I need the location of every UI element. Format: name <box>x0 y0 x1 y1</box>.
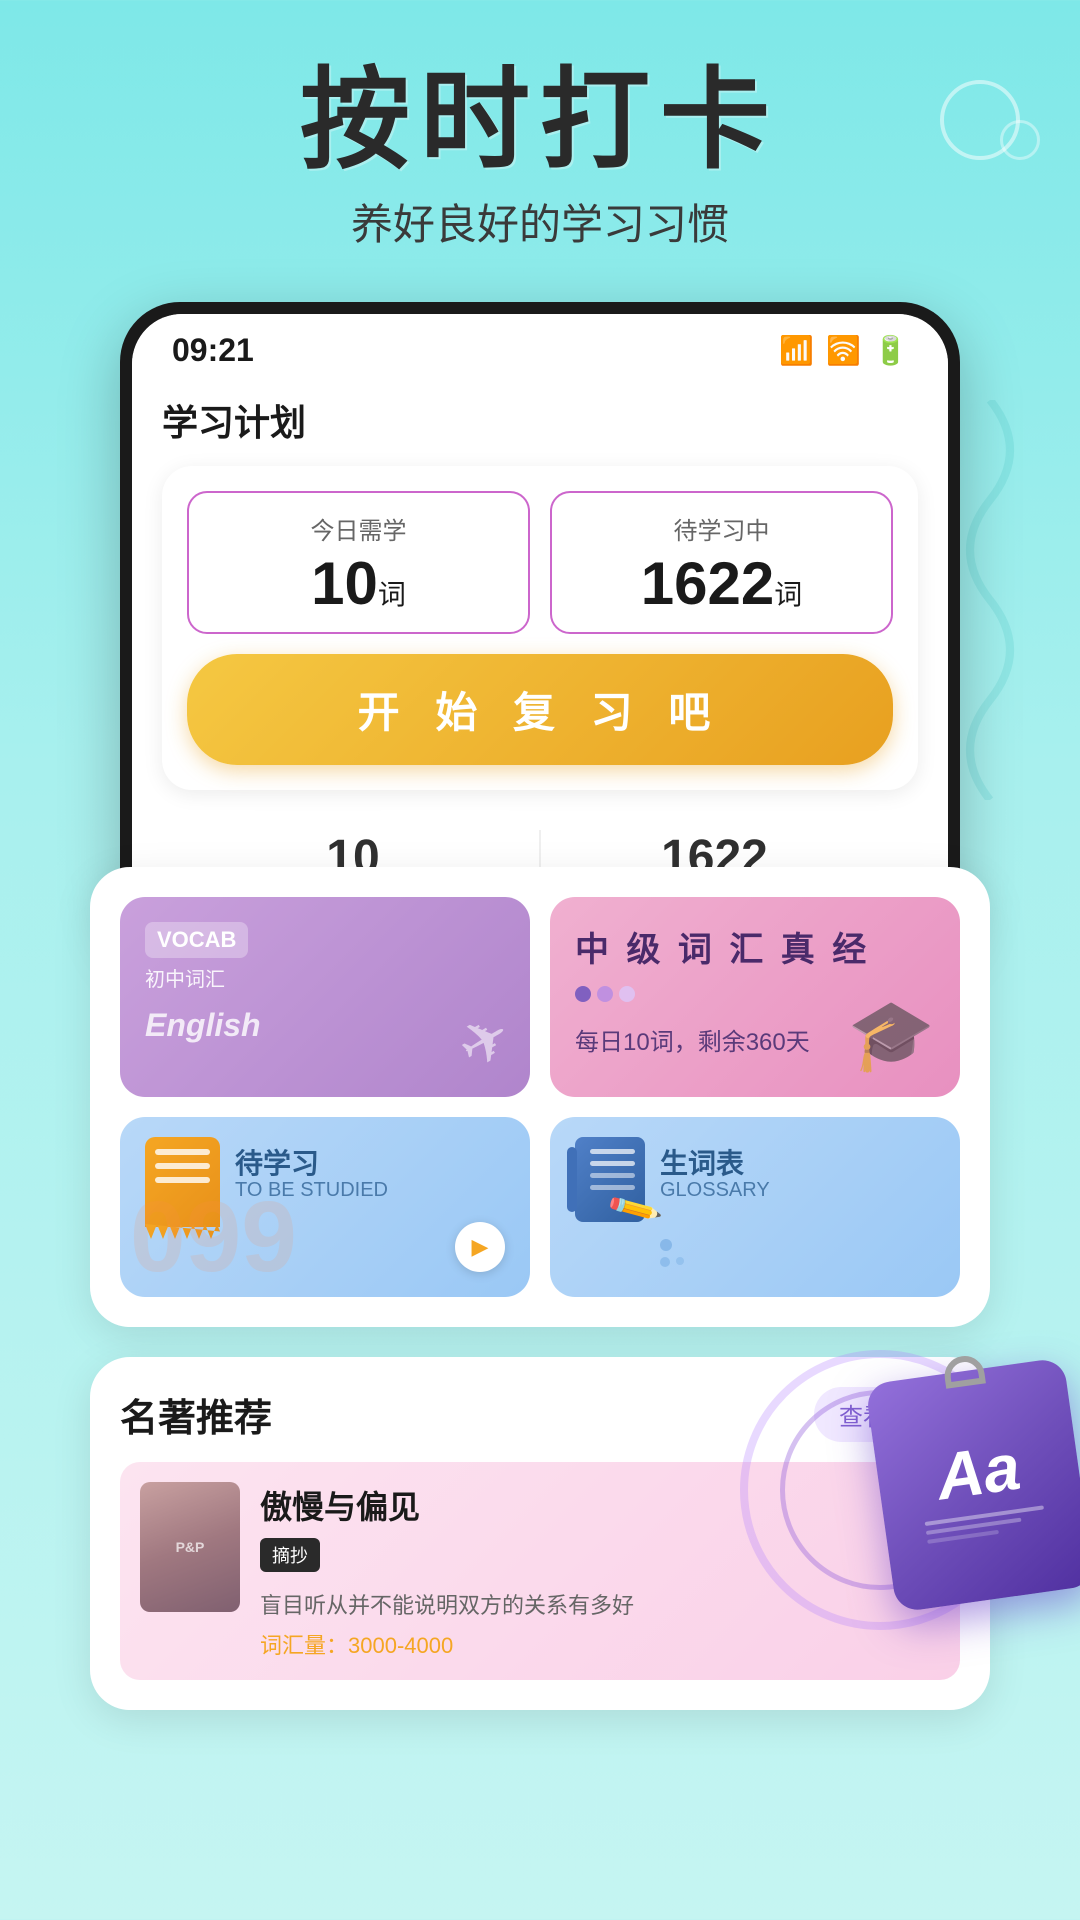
dictionary-icon: Aa <box>865 1357 1080 1613</box>
dict-text: Aa <box>932 1429 1025 1515</box>
vocab-subtitle: 初中词汇 <box>145 963 505 992</box>
books-title: 名著推荐 <box>120 1387 272 1442</box>
book-cover: P&P <box>140 1482 240 1612</box>
glossary-sublabel: GLOSSARY <box>660 1179 770 1202</box>
signal-icon: 📶 <box>779 334 814 367</box>
vocab-tag: VOCAB <box>145 922 248 958</box>
graduation-cap-icon: 🎓 <box>848 995 935 1077</box>
stats-row: 今日需学 10词 待学习中 1622词 <box>187 491 893 634</box>
screen-content: 学习计划 今日需学 10词 待学习中 1622词 <box>132 379 948 935</box>
book-badge: 摘抄 <box>260 1538 320 1572</box>
middle-level-card[interactable]: 中 级 词 汇 真 经 每日10词，剩余360天 🎓 <box>550 897 960 1097</box>
today-stat-value: 10词 <box>209 554 508 614</box>
book-vocab-range: 词汇量：3000-4000 <box>260 1628 940 1660</box>
pending-stat-value: 1622词 <box>572 554 871 614</box>
battery-icon: 🔋 <box>873 334 908 367</box>
to-be-studied-card[interactable]: 待学习 TO BE STUDIED 099 ▶ <box>120 1117 530 1297</box>
learning-plan-title: 学习计划 <box>162 379 918 466</box>
status-bar: 09:21 📶 🛜 🔋 <box>132 314 948 379</box>
vocab-book-card[interactable]: VOCAB 初中词汇 English ✈ <box>120 897 530 1097</box>
glossary-label: 生词表 <box>660 1142 744 1182</box>
pending-stat-box: 待学习中 1622词 <box>550 491 893 634</box>
glossary-card[interactable]: ✏️ 生词表 GLOSSARY <box>550 1117 960 1297</box>
bottom-cards: 待学习 TO BE STUDIED 099 ▶ <box>120 1117 960 1297</box>
phone-screen: 09:21 📶 🛜 🔋 学习计划 今日需学 10词 <box>132 314 948 935</box>
start-review-button[interactable]: 开 始 复 习 吧 <box>187 654 893 765</box>
pending-stat-label: 待学习中 <box>572 511 871 546</box>
course-section: VOCAB 初中词汇 English ✈ 中 级 词 汇 真 经 每日10词，剩… <box>90 867 990 1327</box>
page-subtitle: 养好良好的学习习惯 <box>40 191 1040 252</box>
today-stat-label: 今日需学 <box>209 511 508 546</box>
study-label: 待学习 <box>235 1142 319 1182</box>
today-stat-box: 今日需学 10词 <box>187 491 530 634</box>
dict-decoration-container: Aa <box>880 1370 1080 1600</box>
wifi-icon: 🛜 <box>826 334 861 367</box>
play-button[interactable]: ▶ <box>455 1222 505 1272</box>
phone-mockup: 09:21 📶 🛜 🔋 学习计划 今日需学 10词 <box>120 302 960 947</box>
course-grid: VOCAB 初中词汇 English ✈ 中 级 词 汇 真 经 每日10词，剩… <box>120 897 960 1097</box>
page-title: 按时打卡 <box>40 60 1040 181</box>
status-icons: 📶 🛜 🔋 <box>779 334 908 367</box>
level-title: 中 级 词 汇 真 经 <box>575 922 935 971</box>
status-time: 09:21 <box>172 332 254 369</box>
stats-card: 今日需学 10词 待学习中 1622词 开 始 复 习 吧 <box>162 466 918 790</box>
header-section: 按时打卡 养好良好的学习习惯 <box>0 0 1080 282</box>
